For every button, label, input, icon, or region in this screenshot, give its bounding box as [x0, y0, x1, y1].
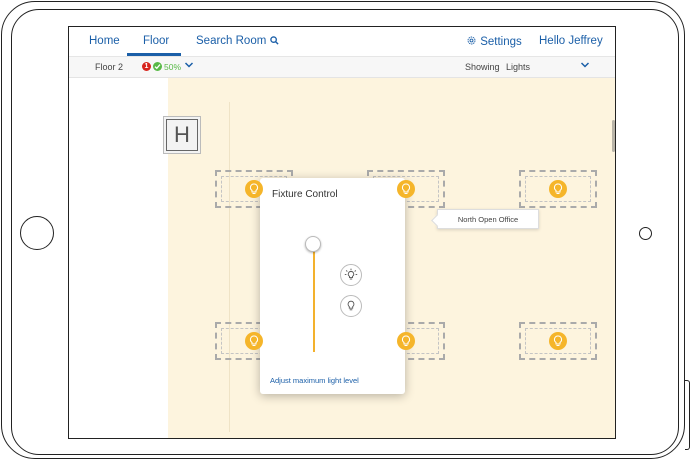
bulb-on-icon — [344, 268, 358, 280]
ok-percent: 50% — [164, 62, 182, 72]
search-icon — [269, 36, 279, 45]
top-nav: Home Floor Search Room Settings Hello Je… — [69, 27, 615, 57]
floor-plan-wall — [229, 102, 230, 432]
brightness-slider-track[interactable] — [313, 244, 315, 352]
floor-subbar: Floor 2 1 50% Showing Lights — [69, 57, 615, 78]
showing-label: Showing — [465, 62, 500, 72]
chevron-down-icon[interactable] — [580, 60, 590, 70]
helipad-sign: H — [163, 116, 201, 154]
nav-floor[interactable]: Floor — [143, 35, 169, 47]
ok-status-icon — [153, 62, 162, 71]
popup-title: Fixture Control — [272, 189, 338, 200]
light-fixture[interactable] — [519, 322, 597, 360]
showing-select[interactable]: Lights — [506, 62, 530, 72]
gear-icon — [467, 36, 476, 45]
alert-badge[interactable]: 1 — [142, 62, 151, 71]
app-screen: Home Floor Search Room Settings Hello Je… — [68, 26, 616, 439]
lightbulb-icon — [397, 180, 415, 198]
tablet-side-button — [685, 380, 690, 450]
lightbulb-icon — [549, 180, 567, 198]
lightbulb-icon — [397, 332, 415, 350]
fixture-control-popup: Fixture Control Adjust maximum light lev… — [260, 178, 405, 394]
light-fixture[interactable] — [519, 170, 597, 208]
light-on-button[interactable] — [340, 264, 362, 286]
brightness-slider-handle[interactable] — [305, 236, 321, 252]
bulb-off-icon — [347, 300, 355, 311]
nav-settings[interactable]: Settings — [466, 35, 522, 48]
nav-search-room-label: Search Room — [196, 35, 267, 47]
nav-settings-label: Settings — [480, 36, 522, 48]
nav-user[interactable]: Hello Jeffrey — [539, 35, 603, 47]
room-tooltip: North Open Office — [437, 209, 539, 229]
floor-name: Floor 2 — [95, 62, 124, 72]
lightbulb-icon — [549, 332, 567, 350]
lightbulb-icon — [245, 332, 263, 350]
tablet-home-button — [20, 216, 54, 250]
adjust-max-light-link[interactable]: Adjust maximum light level — [270, 376, 359, 385]
tablet-camera — [639, 227, 652, 240]
nav-search-room[interactable]: Search Room — [196, 35, 279, 47]
helipad-sign-letter: H — [166, 119, 198, 151]
map-scrollbar[interactable] — [612, 120, 615, 152]
nav-active-indicator — [127, 53, 181, 56]
chevron-down-icon[interactable] — [184, 60, 194, 70]
light-off-button[interactable] — [340, 295, 362, 317]
lightbulb-icon — [245, 180, 263, 198]
floor-map[interactable]: H North Open Office Fixture Control Adju… — [69, 78, 615, 438]
nav-home[interactable]: Home — [89, 35, 120, 47]
